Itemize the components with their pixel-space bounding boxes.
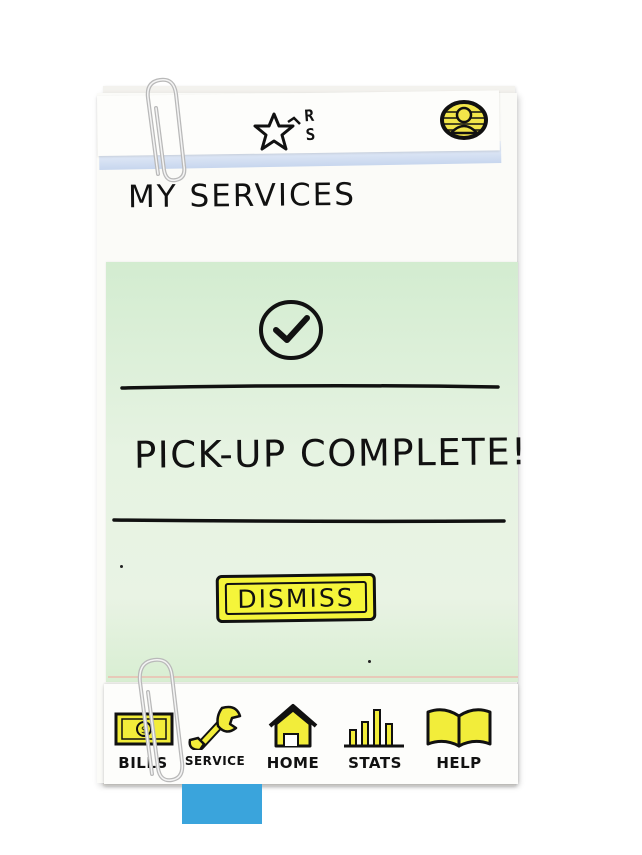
logo-letters: R S xyxy=(304,106,316,145)
blue-paper-tab xyxy=(182,784,262,824)
dismiss-button[interactable]: DISMISS xyxy=(215,572,377,624)
nav-label-help: HELP xyxy=(436,754,482,772)
ink-speck xyxy=(368,660,371,663)
nav-tab-home[interactable]: HOME xyxy=(256,700,330,780)
bar-chart-icon xyxy=(344,709,404,748)
star-logo-icon xyxy=(253,112,301,151)
logo-letter-s: S xyxy=(305,124,316,145)
divider-top xyxy=(120,383,500,390)
paper-clip-top-icon xyxy=(145,77,187,183)
ink-speck xyxy=(120,565,123,568)
nav-label-home: HOME xyxy=(266,754,320,772)
logo-letter-r: R xyxy=(303,105,315,126)
wrench-icon xyxy=(188,705,242,750)
checkmark-icon xyxy=(259,300,323,360)
nav-tab-stats[interactable]: STATS xyxy=(338,700,412,780)
dismiss-button-label: DISMISS xyxy=(237,582,355,614)
pickup-complete-message: PICK-UP COMPLETE! xyxy=(133,430,528,477)
book-icon xyxy=(426,708,492,748)
phone-prototype: R S MY SERVICES PICK-UP COMPLETE! DISMIS… xyxy=(0,0,642,855)
nav-label-service: SERVICE xyxy=(184,754,246,768)
nav-tab-service[interactable]: SERVICE xyxy=(178,700,252,780)
nav-label-stats: STATS xyxy=(348,754,402,772)
nav-tab-help[interactable]: HELP xyxy=(422,700,496,780)
avatar-icon[interactable] xyxy=(437,99,491,141)
divider-bottom xyxy=(112,518,506,524)
house-icon xyxy=(268,704,318,748)
paper-clip-bottom-icon xyxy=(137,657,185,783)
